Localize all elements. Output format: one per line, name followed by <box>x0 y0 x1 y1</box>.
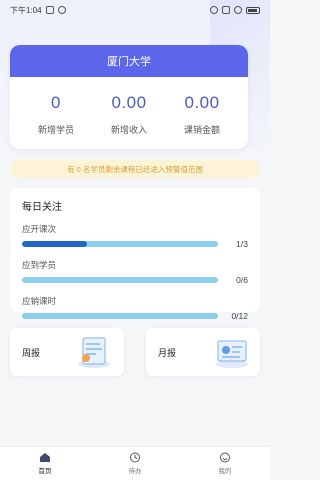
school-summary-card: 厦门大学 0 新增学员 0.00 新增收入 0.00 课销金额 <box>10 45 248 149</box>
tab-todo[interactable]: 待办 <box>105 452 165 475</box>
battery-icon <box>246 6 260 14</box>
progress-track <box>22 241 218 247</box>
monthly-report-card[interactable]: 月报 <box>146 328 260 376</box>
status-bar: 下午1:04 <box>0 0 270 20</box>
bluetooth-status-icon <box>210 6 218 14</box>
progress-fill <box>22 241 88 247</box>
gallery-status-icon <box>45 6 54 14</box>
focus-row: 0/6 <box>22 275 248 285</box>
weekly-report-icon <box>78 337 110 368</box>
stat-new-income: 0.00 新增收入 <box>93 93 165 136</box>
progress-track <box>22 277 218 283</box>
monthly-report-icon <box>216 340 248 368</box>
warning-notice[interactable]: 有 0 名学员剩余课程已经进入预警值范围 <box>10 160 260 178</box>
stat-label: 课销金额 <box>184 125 221 135</box>
daily-focus-card: 每日关注 应开课次 1/3 应到学员 0/6 应销课时 0/12 <box>10 188 260 321</box>
focus-row-label: 应销课时 <box>22 296 57 306</box>
focus-row-count: 0/12 <box>231 311 248 321</box>
monthly-report-label: 月报 <box>158 348 177 358</box>
focus-row-label: 应开课次 <box>22 224 57 234</box>
stat-value: 0.00 <box>111 93 147 112</box>
stat-label: 新增收入 <box>110 125 147 135</box>
focus-row-count: 0/6 <box>236 275 248 285</box>
alarm-status-icon <box>57 6 66 14</box>
daily-focus-title: 每日关注 <box>22 202 62 213</box>
home-icon <box>40 453 50 462</box>
signal-status-icon <box>222 6 230 14</box>
status-time: 下午1:04 <box>10 5 42 15</box>
weekly-report-label: 周报 <box>22 348 41 358</box>
focus-row-count: 1/3 <box>236 239 248 249</box>
stats-row: 0 新增学员 0.00 新增收入 0.00 课销金额 <box>10 77 248 136</box>
tab-label: 待办 <box>128 468 142 475</box>
school-name[interactable]: 厦门大学 <box>10 45 248 77</box>
face-icon <box>220 452 230 463</box>
tab-label: 首页 <box>38 468 52 475</box>
wifi-status-icon <box>234 6 242 14</box>
stat-course-sales: 0.00 课销金额 <box>166 93 238 136</box>
progress-track <box>22 313 218 319</box>
stat-value: 0 <box>50 93 61 112</box>
stat-label: 新增学员 <box>37 125 74 135</box>
tab-home[interactable]: 首页 <box>15 452 75 475</box>
focus-row-label: 应到学员 <box>22 260 57 270</box>
tab-label: 我的 <box>218 468 232 475</box>
bottom-tab-bar: 首页 待办 我的 <box>0 446 270 480</box>
clock-icon <box>130 452 140 463</box>
focus-row: 1/3 <box>22 239 248 249</box>
stat-value: 0.00 <box>184 93 220 112</box>
focus-row: 0/12 <box>22 311 248 321</box>
tab-mine[interactable]: 我的 <box>195 452 255 475</box>
stat-new-students: 0 新增学员 <box>20 93 92 136</box>
weekly-report-card[interactable]: 周报 <box>10 328 124 376</box>
